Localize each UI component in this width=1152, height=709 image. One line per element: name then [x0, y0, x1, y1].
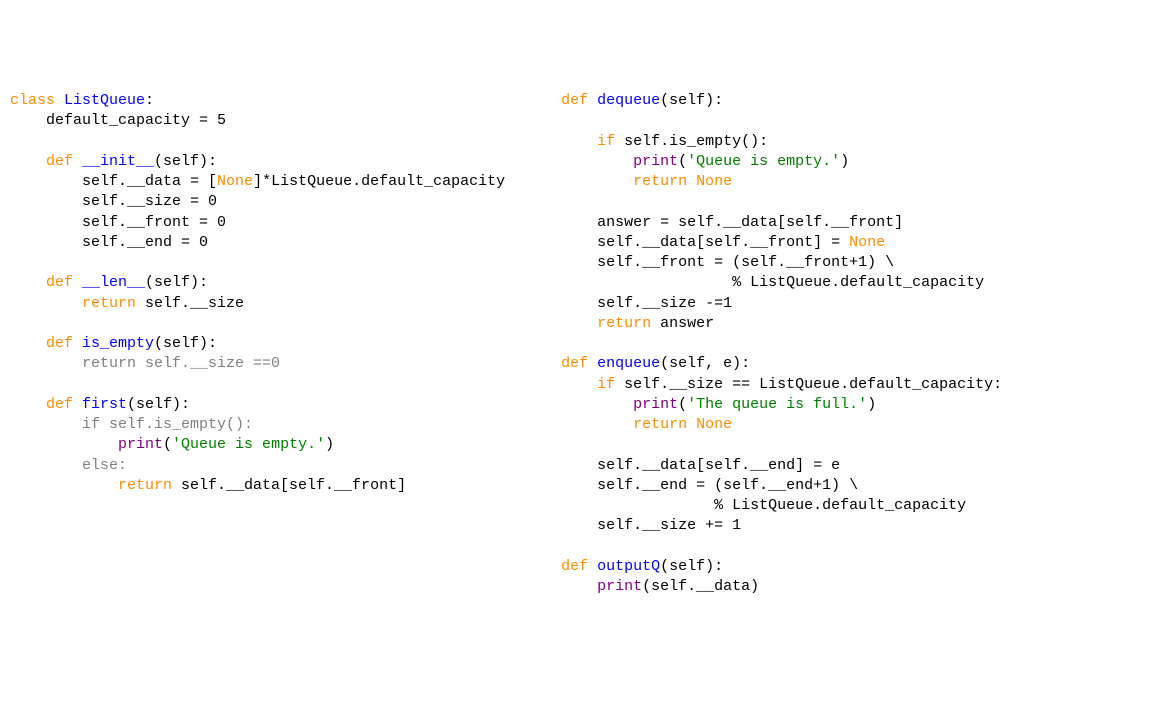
paren: (: [678, 396, 687, 413]
code-line: answer = self.__data[self.__front]: [525, 214, 903, 231]
paren: ): [325, 436, 334, 453]
code-line: ]*ListQueue.default_capacity: [253, 173, 505, 190]
right-column: def dequeue(self): if self.is_empty(): p…: [525, 91, 1002, 597]
left-column: class ListQueue: default_capacity = 5 de…: [10, 91, 505, 597]
kw-def: def: [525, 92, 588, 109]
kw-def: def: [525, 558, 588, 575]
code-line: self.__size += 1: [525, 517, 741, 534]
code-line: self.__size == ListQueue.default_capacit…: [615, 376, 1002, 393]
kw-def: def: [525, 355, 588, 372]
code-line: self.is_empty():: [615, 133, 768, 150]
code-line: self.__front = (self.__front+1) \: [525, 254, 894, 271]
kw-if: if: [10, 416, 100, 433]
code-line: self.__data[self.__front]: [172, 477, 406, 494]
params: (self):: [154, 335, 217, 352]
fn-print: print: [525, 153, 678, 170]
kw-return: return: [10, 355, 136, 372]
code-line: self.__front = 0: [10, 214, 226, 231]
kw-if: if: [525, 376, 615, 393]
fn-enqueue: enqueue: [588, 355, 660, 372]
kw-return: return: [10, 295, 136, 312]
paren: ): [840, 153, 849, 170]
kw-return: return: [525, 315, 651, 332]
fn-print: print: [525, 578, 642, 595]
params: (self):: [127, 396, 190, 413]
code-line: self.__size ==0: [136, 355, 280, 372]
kw-else: else: [10, 457, 118, 474]
string-literal: 'Queue is empty.': [172, 436, 325, 453]
code-line: self.__size -=1: [525, 295, 732, 312]
code-line: answer: [651, 315, 714, 332]
params: (self):: [154, 153, 217, 170]
string-literal: 'The queue is full.': [687, 396, 867, 413]
fn-print: print: [10, 436, 163, 453]
params: (self):: [660, 92, 723, 109]
paren: (: [163, 436, 172, 453]
string-literal: 'Queue is empty.': [687, 153, 840, 170]
kw-if: if: [525, 133, 615, 150]
kw-def: def: [10, 274, 73, 291]
kw-return: return: [10, 477, 172, 494]
code-line: self.__size = 0: [10, 193, 217, 210]
kw-return: return: [525, 416, 687, 433]
colon: :: [118, 457, 127, 474]
fn-print: print: [525, 396, 678, 413]
kw-none: None: [849, 234, 885, 251]
class-name: ListQueue: [64, 92, 145, 109]
kw-return: return: [525, 173, 687, 190]
kw-class: class: [10, 92, 55, 109]
kw-def: def: [10, 335, 73, 352]
code-line: self.is_empty():: [100, 416, 253, 433]
fn-init: __init__: [73, 153, 154, 170]
fn-dequeue: dequeue: [588, 92, 660, 109]
colon: :: [145, 92, 154, 109]
params: (self, e):: [660, 355, 750, 372]
fn-outputq: outputQ: [588, 558, 660, 575]
params: (self):: [660, 558, 723, 575]
code-container: class ListQueue: default_capacity = 5 de…: [10, 91, 1142, 597]
code-line: self.__end = (self.__end+1) \: [525, 477, 858, 494]
kw-none: None: [687, 416, 732, 433]
code-line: self.__size: [136, 295, 244, 312]
params: (self):: [145, 274, 208, 291]
kw-none: None: [687, 173, 732, 190]
kw-def: def: [10, 153, 73, 170]
code-line: self.__data[self.__front] =: [525, 234, 849, 251]
fn-first: first: [73, 396, 127, 413]
code-line: self.__end = 0: [10, 234, 208, 251]
code-line: self.__data = [: [10, 173, 217, 190]
kw-none: None: [217, 173, 253, 190]
fn-len: __len__: [73, 274, 145, 291]
code-line: self.__data[self.__end] = e: [525, 457, 840, 474]
paren: (: [678, 153, 687, 170]
code-line: (self.__data): [642, 578, 759, 595]
kw-def: def: [10, 396, 73, 413]
paren: ): [867, 396, 876, 413]
code-line: default_capacity = 5: [10, 112, 226, 129]
fn-isempty: is_empty: [73, 335, 154, 352]
code-line: % ListQueue.default_capacity: [525, 497, 966, 514]
code-line: % ListQueue.default_capacity: [525, 274, 984, 291]
